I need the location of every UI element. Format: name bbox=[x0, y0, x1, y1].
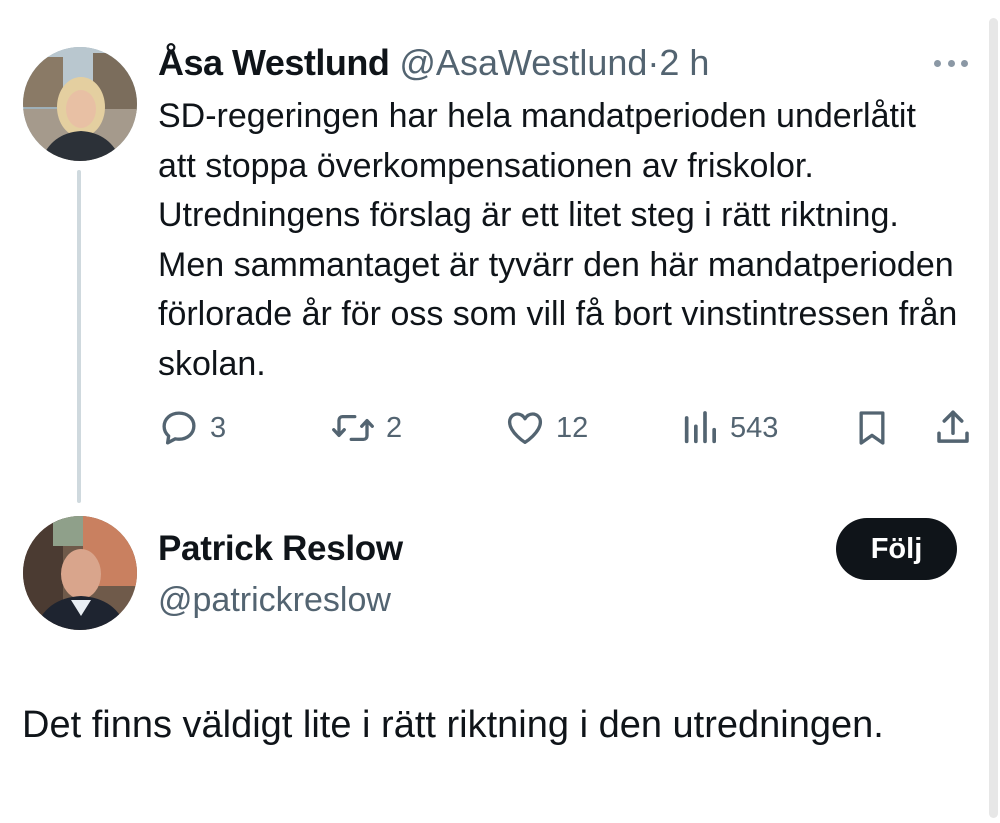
reply-author-handle[interactable]: @patrickreslow bbox=[158, 577, 403, 623]
avatar-patrick-reslow[interactable] bbox=[23, 516, 137, 630]
heart-icon bbox=[507, 412, 543, 445]
repost-icon bbox=[332, 414, 374, 442]
separator-dot: · bbox=[647, 42, 660, 83]
author-handle[interactable]: @AsaWestlund bbox=[399, 42, 647, 83]
follow-button[interactable]: Följ bbox=[836, 518, 957, 580]
bookmark-icon bbox=[859, 411, 885, 445]
bookmark-button[interactable] bbox=[852, 402, 892, 454]
reply-author-name[interactable]: Patrick Reslow bbox=[158, 526, 403, 572]
reply-button[interactable]: 3 bbox=[158, 402, 226, 454]
more-options-icon[interactable] bbox=[930, 48, 972, 78]
thread-line bbox=[77, 170, 81, 503]
share-icon bbox=[937, 410, 969, 443]
like-button[interactable]: 12 bbox=[504, 402, 588, 454]
profile-photo-woman bbox=[23, 47, 137, 161]
like-count: 12 bbox=[556, 411, 589, 444]
views-button[interactable]: 543 bbox=[680, 402, 778, 454]
share-button[interactable] bbox=[932, 402, 974, 454]
reply-text: Det finns väldigt lite i rätt riktning i… bbox=[22, 704, 884, 746]
repost-button[interactable]: 2 bbox=[330, 402, 402, 454]
scrollbar[interactable] bbox=[989, 18, 998, 818]
reply-count: 3 bbox=[210, 411, 227, 444]
tweet-actions: 3 2 12 543 bbox=[158, 402, 978, 454]
reply-icon bbox=[162, 411, 196, 445]
tweet-text: SD-regeringen har hela mandatperioden un… bbox=[158, 97, 958, 383]
author-name[interactable]: Åsa Westlund bbox=[158, 42, 390, 83]
timestamp[interactable]: 2 h bbox=[659, 42, 709, 83]
analytics-icon bbox=[684, 411, 716, 444]
avatar-asa-westlund[interactable] bbox=[23, 47, 137, 161]
profile-photo-man bbox=[23, 516, 137, 630]
repost-count: 2 bbox=[386, 411, 403, 444]
view-count: 543 bbox=[730, 411, 779, 444]
reply-header: Patrick Reslow @patrickreslow bbox=[158, 526, 403, 623]
tweet-header: Åsa Westlund @AsaWestlund·2 h bbox=[158, 40, 709, 86]
